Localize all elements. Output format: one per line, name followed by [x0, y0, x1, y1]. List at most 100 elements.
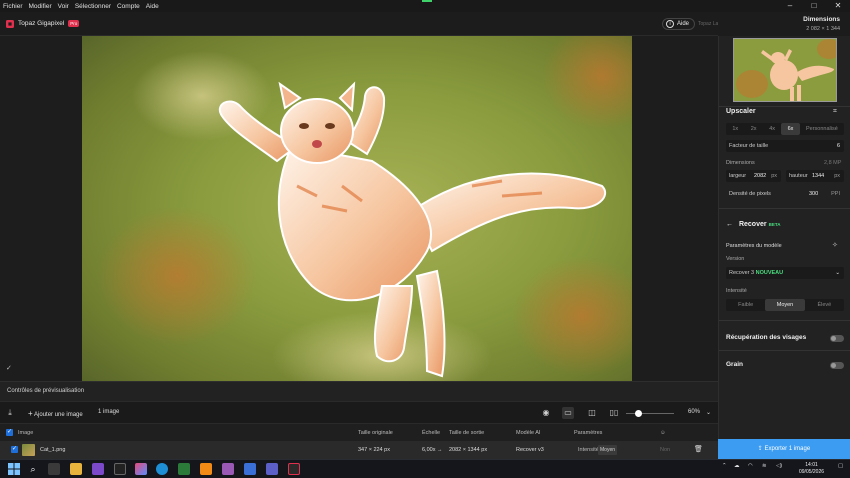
preview-canvas[interactable]: ✓ [0, 36, 718, 381]
scale-option-2x[interactable]: 2x [744, 123, 762, 135]
image-count: 1 image [98, 409, 120, 415]
version-dropdown[interactable]: Recover 3 NOUVEAU ⌄ [726, 267, 844, 279]
add-image-button[interactable]: + Ajouter une image [28, 409, 83, 418]
menu-help[interactable]: Aide [146, 3, 159, 10]
scale-option-6x[interactable]: 6x [781, 123, 800, 135]
app-icon[interactable] [244, 463, 256, 475]
title-bar: Topaz Gigapixel Pro i Aide [0, 12, 718, 36]
help-button[interactable]: i Aide [662, 18, 696, 30]
row-thumbnail [22, 444, 35, 456]
back-arrow-icon[interactable]: ← [726, 221, 733, 228]
height-label: hauteur [789, 173, 808, 179]
app-name: Topaz Gigapixel [18, 20, 65, 27]
export-button[interactable]: ⇪ Exporter 1 image [718, 439, 850, 459]
width-value: 2082 [754, 173, 767, 179]
dimensions-header: Dimensions 2 082 × 1 344 [718, 12, 850, 36]
terminal-icon[interactable] [114, 463, 126, 475]
select-all-checkbox[interactable]: ✓ [6, 429, 13, 436]
face-recovery-toggle[interactable] [830, 335, 844, 342]
navigator-image [734, 39, 836, 101]
side-by-side-icon[interactable]: ▯▯ [608, 407, 620, 419]
divider [719, 106, 850, 107]
wifi-icon[interactable]: ≋ [762, 463, 767, 469]
row-model: Recover v3 [516, 447, 544, 453]
menu-file[interactable]: Fichier [3, 3, 23, 10]
intensity-high[interactable]: Élevé [805, 299, 844, 311]
pro-badge: Pro [68, 20, 80, 27]
eye-icon[interactable]: ◉ [540, 407, 552, 419]
checkmark-icon[interactable]: ✓ [6, 364, 12, 372]
menu-view[interactable]: Voir [58, 3, 69, 10]
maximize-icon[interactable]: □ [802, 0, 826, 12]
model-params-label: Paramètres du modèle [726, 243, 782, 249]
intensity-medium[interactable]: Moyen [765, 299, 805, 311]
copilot-icon[interactable] [135, 463, 147, 475]
intensity-selector: Faible Moyen Élevé [726, 299, 844, 311]
zoom-slider-knob[interactable] [635, 410, 642, 417]
version-label: Version [726, 256, 745, 262]
search-icon[interactable]: ⌕ [27, 463, 39, 475]
divider [719, 350, 850, 351]
recover-title: Recover [738, 221, 767, 228]
network-icon[interactable]: ◠ [748, 463, 753, 469]
recover-header[interactable]: ← Recover BETA [726, 221, 781, 228]
menu-account[interactable]: Compte [117, 3, 140, 10]
vlc-icon[interactable] [200, 463, 212, 475]
pixel-density-field[interactable]: Densité de pixels 300 PPI [726, 188, 844, 200]
menu-edit[interactable]: Modifier [29, 3, 52, 10]
close-icon[interactable]: ✕ [826, 0, 850, 12]
width-unit: px [771, 173, 777, 179]
preview-image[interactable] [82, 36, 632, 381]
table-header: ✓ Image Taille originale Échelle Taille … [0, 423, 718, 441]
size-factor-value: 6 [836, 143, 840, 149]
table-row[interactable]: ✓ Cat_1.png 347 × 224 px 6,00x → 2082 × … [0, 441, 718, 459]
media-icon[interactable] [222, 463, 234, 475]
scale-option-4x[interactable]: 4x [763, 123, 781, 135]
volume-icon[interactable]: ◁) [776, 463, 782, 469]
app-logo-icon [6, 19, 14, 28]
onedrive-icon[interactable]: ☁ [734, 463, 740, 469]
app-icon[interactable] [92, 463, 104, 475]
teams-icon[interactable] [266, 463, 278, 475]
col-output-size: Taille de sortie [449, 430, 485, 436]
intensity-label: Intensité [726, 288, 747, 294]
trash-icon[interactable]: 🗑 [694, 445, 703, 453]
minimize-icon[interactable]: – [778, 0, 802, 12]
divider [719, 208, 850, 209]
edge-icon[interactable] [156, 463, 168, 475]
notification-icon[interactable]: ▢ [838, 463, 843, 469]
split-view-icon[interactable]: ◫ [586, 407, 598, 419]
zoom-slider[interactable] [626, 410, 674, 417]
windows-start-icon[interactable] [8, 463, 20, 475]
import-icon[interactable]: ⤓ [4, 407, 16, 419]
width-field[interactable]: largeur 2082 px [726, 170, 781, 182]
dimensions-header-value: 2 082 × 1 344 [806, 26, 840, 32]
menu-select[interactable]: Sélectionner [75, 3, 111, 10]
tray-chevron-icon[interactable]: ⌃ [722, 463, 727, 469]
row-output-size: 2082 × 1344 px [449, 447, 488, 453]
crop-icon[interactable]: ⌗ [833, 108, 837, 116]
height-field[interactable]: hauteur 1344 px [786, 170, 844, 182]
version-value: Recover 3 [729, 270, 755, 276]
clock[interactable]: 14:01 09/05/2026 [799, 462, 824, 476]
grain-toggle[interactable] [830, 362, 844, 369]
clock-time: 14:01 [805, 462, 818, 468]
sparkle-icon[interactable]: ✧ [832, 241, 838, 249]
row-param-value: Moyen [598, 445, 618, 455]
scale-option-1x[interactable]: 1x [726, 123, 744, 135]
preview-controls-bar[interactable]: Contrôles de prévisualisation [0, 381, 718, 401]
file-explorer-icon[interactable] [70, 463, 82, 475]
chevron-down-icon[interactable]: ⌄ [706, 409, 711, 416]
task-view-icon[interactable] [48, 463, 60, 475]
zoom-level: 60% [688, 409, 701, 415]
navigator-thumbnail[interactable] [733, 38, 837, 102]
gigapixel-taskbar-icon[interactable] [288, 463, 300, 475]
settings-panel: Upscaler ⌗ 1x 2x 4x 6x Personnalisé Fact… [718, 36, 850, 459]
row-checkbox[interactable]: ✓ [11, 446, 18, 453]
spreadsheet-icon[interactable] [178, 463, 190, 475]
size-factor-field[interactable]: Facteur de taille 6 [726, 140, 844, 152]
intensity-low[interactable]: Faible [726, 299, 765, 311]
single-view-icon[interactable]: ▭ [562, 407, 574, 419]
scale-option-custom[interactable]: Personnalisé [800, 123, 844, 135]
info-icon: i [666, 20, 674, 28]
